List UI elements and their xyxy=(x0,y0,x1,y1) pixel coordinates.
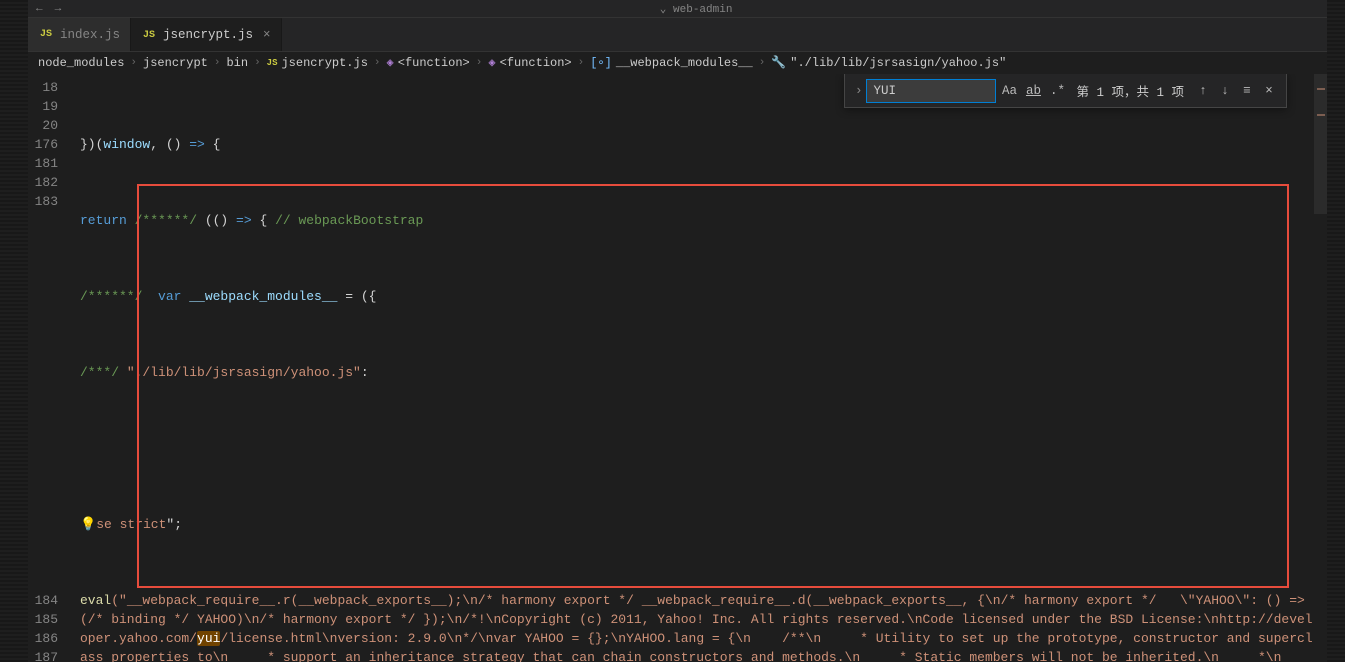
js-icon: JS xyxy=(38,29,54,40)
crumb-symbol[interactable]: <function> xyxy=(398,56,470,70)
line-number[interactable]: 186 xyxy=(28,629,58,648)
code-line-eval[interactable]: eval("__webpack_require__.r(__webpack_ex… xyxy=(80,591,1313,662)
code-line[interactable]: return /******/ (() => { // webpackBoots… xyxy=(80,211,1313,230)
code-area[interactable]: })(window, () => { return /******/ (() =… xyxy=(72,74,1313,662)
symbol-variable-icon: [∘] xyxy=(590,55,612,70)
line-number[interactable]: 187 xyxy=(28,648,58,662)
js-icon: JS xyxy=(267,58,278,68)
find-toggle-replace-icon[interactable]: › xyxy=(851,84,867,98)
code-line[interactable]: /***/ "./lib/lib/jsrsasign/yahoo.js": xyxy=(80,363,1313,382)
symbol-method-icon: ◈ xyxy=(387,55,394,70)
breadcrumb[interactable]: node_modules› jsencrypt› bin› JS jsencry… xyxy=(28,52,1327,74)
search-match: yui xyxy=(197,631,220,646)
find-input[interactable] xyxy=(866,79,996,103)
js-icon: JS xyxy=(141,30,157,41)
line-number[interactable]: 182 xyxy=(28,173,58,192)
close-icon[interactable]: × xyxy=(1258,80,1280,102)
symbol-key-icon: 🔧 xyxy=(771,55,786,70)
code-line[interactable]: })(window, () => { xyxy=(80,135,1313,154)
regex-toggle[interactable]: .* xyxy=(1046,80,1068,102)
minimap[interactable] xyxy=(1313,74,1327,662)
code-line[interactable]: /******/ var __webpack_modules__ = ({ xyxy=(80,287,1313,306)
find-filter-icon[interactable]: ≡ xyxy=(1236,80,1258,102)
close-icon[interactable]: × xyxy=(263,28,271,42)
line-number[interactable]: 19 xyxy=(28,97,58,116)
crumb-symbol[interactable]: "./lib/lib/jsrsasign/yahoo.js" xyxy=(790,56,1006,70)
crumb-folder[interactable]: bin xyxy=(226,56,248,70)
tab-bar: JS index.js JS jsencrypt.js × xyxy=(28,18,1327,52)
window-title: ⌄ web-admin xyxy=(660,2,733,16)
tab-jsencrypt-js[interactable]: JS jsencrypt.js × xyxy=(131,18,282,51)
line-number[interactable]: 176 xyxy=(28,135,58,154)
match-whole-word-toggle[interactable]: ab xyxy=(1022,80,1044,102)
crumb-file[interactable]: jsencrypt.js xyxy=(281,56,367,70)
editor-main: 18 19 20 176 181 182 183 184 185 186 187… xyxy=(28,74,1327,662)
editor-shell: ← → ⌄ web-admin JS index.js JS jsencrypt… xyxy=(28,0,1327,662)
nav-fwd-icon[interactable]: → xyxy=(55,3,62,15)
code-line[interactable]: 💡se strict"; xyxy=(80,515,1313,534)
find-widget[interactable]: › Aa ab .* 第 1 项，共 1 项 ↑ ↓ ≡ × xyxy=(844,74,1287,108)
match-case-toggle[interactable]: Aa xyxy=(998,80,1020,102)
line-number[interactable]: 183 xyxy=(28,192,58,591)
nav-back-icon[interactable]: ← xyxy=(36,3,43,15)
activity-bar-fragment xyxy=(0,0,28,662)
tab-label: index.js xyxy=(60,28,120,42)
line-number[interactable]: 185 xyxy=(28,610,58,629)
tab-index-js[interactable]: JS index.js xyxy=(28,18,131,51)
title-bar-fragment: ← → ⌄ web-admin xyxy=(28,0,1327,18)
crumb-symbol[interactable]: <function> xyxy=(500,56,572,70)
crumb-symbol[interactable]: __webpack_modules__ xyxy=(616,56,753,70)
find-next-icon[interactable]: ↓ xyxy=(1214,80,1236,102)
symbol-method-icon: ◈ xyxy=(488,55,495,70)
find-prev-icon[interactable]: ↑ xyxy=(1192,80,1214,102)
line-number-gutter[interactable]: 18 19 20 176 181 182 183 184 185 186 187 xyxy=(28,74,72,662)
line-number[interactable]: 181 xyxy=(28,154,58,173)
code-line[interactable] xyxy=(80,439,1313,458)
line-number[interactable]: 184 xyxy=(28,591,58,610)
crumb-folder[interactable]: node_modules xyxy=(38,56,124,70)
tab-label: jsencrypt.js xyxy=(163,28,253,42)
line-number[interactable]: 18 xyxy=(28,78,58,97)
line-number[interactable]: 20 xyxy=(28,116,58,135)
minimap-viewport[interactable] xyxy=(1314,74,1327,214)
find-result-count: 第 1 项，共 1 项 xyxy=(1076,81,1184,100)
crumb-folder[interactable]: jsencrypt xyxy=(143,56,208,70)
lightbulb-icon[interactable]: 💡 xyxy=(80,517,96,532)
